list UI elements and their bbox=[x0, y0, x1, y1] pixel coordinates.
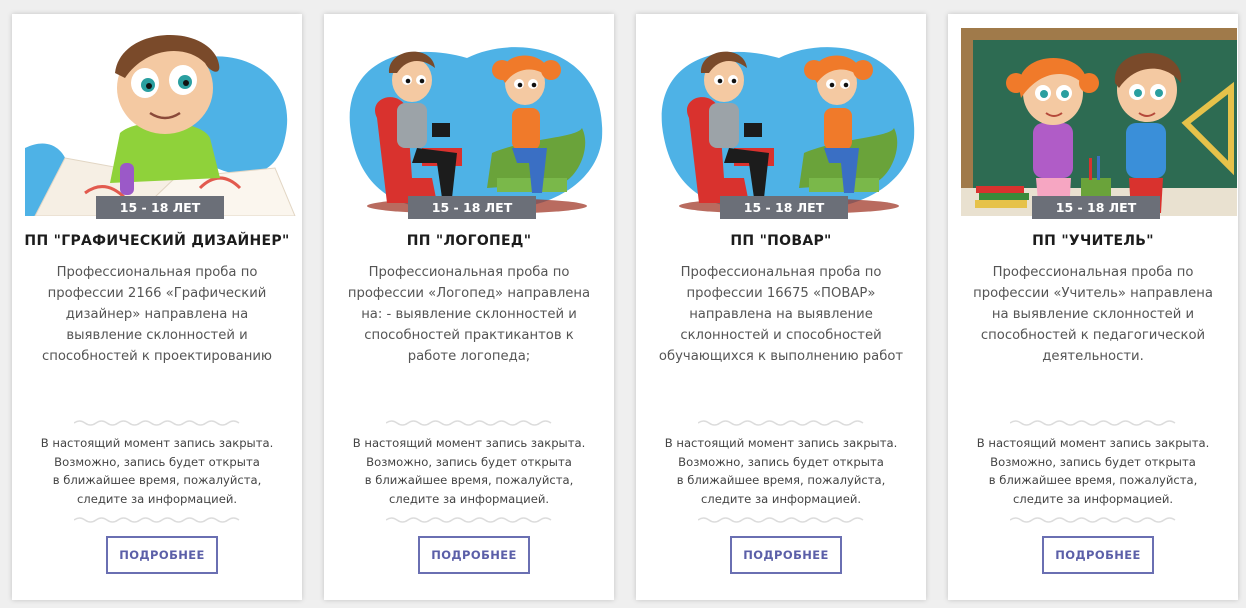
notice-line: в ближайшее время, пожалуйста, bbox=[52, 473, 262, 487]
wave-divider bbox=[386, 420, 552, 426]
classroom-kids-illustration bbox=[961, 28, 1237, 216]
notice-line: Возможно, запись будет открыта bbox=[678, 454, 884, 469]
description-line: склонностей и способностей bbox=[680, 328, 882, 343]
notice-line: Возможно, запись будет открыта bbox=[54, 454, 260, 469]
registration-closed-notice: В настоящий момент запись закрыта. Возмо… bbox=[12, 434, 302, 508]
card-description: Профессиональная проба по профессии «Учи… bbox=[954, 262, 1232, 367]
notice-line: В настоящий момент запись закрыта. bbox=[352, 436, 586, 450]
notice-line: следите за информацией. bbox=[1012, 491, 1174, 506]
description-line: профессии «Учитель» направлена bbox=[973, 286, 1213, 301]
description-line: профессии 2166 «Графический bbox=[47, 286, 267, 301]
card-description: Профессиональная проба по профессии 1667… bbox=[642, 262, 920, 367]
wave-divider bbox=[1010, 420, 1176, 426]
wave-divider bbox=[386, 517, 552, 523]
description-line: выявление склонностей и bbox=[66, 328, 248, 343]
description-line: профессии «Логопед» направлена bbox=[347, 286, 591, 301]
notice-line: в ближайшее время, пожалуйста, bbox=[676, 473, 886, 487]
notice-line: следите за информацией. bbox=[388, 491, 550, 506]
notice-line: Возможно, запись будет открыта bbox=[366, 454, 572, 469]
description-line: способностей к проектированию bbox=[41, 349, 273, 364]
wave-divider bbox=[698, 517, 864, 523]
description-line: Профессиональная проба по bbox=[992, 265, 1194, 280]
description-line: обучающихся к выполнению работ bbox=[658, 349, 904, 364]
card-title: ПП "ГРАФИЧЕСКИЙ ДИЗАЙНЕР" bbox=[24, 233, 290, 249]
notice-line: В настоящий момент запись закрыта. bbox=[664, 436, 898, 450]
description-line: направлена на выявление bbox=[689, 307, 873, 322]
age-badge: 15 - 18 ЛЕТ bbox=[408, 196, 536, 219]
speech-therapist-session-illustration bbox=[649, 28, 925, 216]
registration-closed-notice: В настоящий момент запись закрыта. Возмо… bbox=[324, 434, 614, 508]
wave-divider bbox=[698, 420, 864, 426]
description-line: профессии 16675 «ПОВАР» bbox=[686, 286, 876, 301]
description-line: работе логопеда; bbox=[407, 349, 531, 364]
cook-image bbox=[649, 28, 925, 216]
description-line: Профессиональная проба по bbox=[368, 265, 570, 280]
program-card-speech-therapist: 15 - 18 ЛЕТ ПП "ЛОГОПЕД" Профессиональна… bbox=[324, 14, 614, 600]
card-title: ПП "УЧИТЕЛЬ" bbox=[1032, 233, 1154, 249]
speech-therapist-session-illustration bbox=[337, 28, 613, 216]
wave-divider bbox=[74, 517, 240, 523]
more-details-button[interactable]: ПОДРОБНЕЕ bbox=[418, 536, 530, 574]
wave-divider bbox=[74, 420, 240, 426]
notice-line: следите за информацией. bbox=[700, 491, 862, 506]
description-line: способностей к педагогической bbox=[980, 328, 1206, 343]
description-line: на выявление склонностей и bbox=[991, 307, 1195, 322]
more-details-button[interactable]: ПОДРОБНЕЕ bbox=[1042, 536, 1154, 574]
description-line: Профессиональная проба по bbox=[680, 265, 882, 280]
registration-closed-notice: В настоящий момент запись закрыта. Возмо… bbox=[636, 434, 926, 508]
more-details-button[interactable]: ПОДРОБНЕЕ bbox=[730, 536, 842, 574]
notice-line: Возможно, запись будет открыта bbox=[990, 454, 1196, 469]
description-line: на: - выявление склонностей и bbox=[361, 307, 577, 322]
notice-line: в ближайшее время, пожалуйста, bbox=[364, 473, 574, 487]
program-cards-row: 15 - 18 ЛЕТ ПП "ГРАФИЧЕСКИЙ ДИЗАЙНЕР" Пр… bbox=[12, 14, 1244, 602]
notice-line: следите за информацией. bbox=[76, 491, 238, 506]
program-card-teacher: 15 - 18 ЛЕТ ПП "УЧИТЕЛЬ" Профессиональна… bbox=[948, 14, 1238, 600]
description-line: дизайнер» направлена на bbox=[65, 307, 249, 322]
age-badge: 15 - 18 ЛЕТ bbox=[1032, 196, 1160, 219]
boy-drawing-illustration bbox=[25, 28, 301, 216]
program-card-cook: 15 - 18 ЛЕТ ПП "ПОВАР" Профессиональная … bbox=[636, 14, 926, 600]
description-line: способностей практикантов к bbox=[364, 328, 574, 343]
card-description: Профессиональная проба по профессии 2166… bbox=[18, 262, 296, 367]
registration-closed-notice: В настоящий момент запись закрыта. Возмо… bbox=[948, 434, 1238, 508]
program-card-graphic-designer: 15 - 18 ЛЕТ ПП "ГРАФИЧЕСКИЙ ДИЗАЙНЕР" Пр… bbox=[12, 14, 302, 600]
more-details-button[interactable]: ПОДРОБНЕЕ bbox=[106, 536, 218, 574]
age-badge: 15 - 18 ЛЕТ bbox=[96, 196, 224, 219]
speech-therapist-image bbox=[337, 28, 613, 216]
teacher-image bbox=[961, 28, 1237, 216]
notice-line: В настоящий момент запись закрыта. bbox=[976, 436, 1210, 450]
age-badge: 15 - 18 ЛЕТ bbox=[720, 196, 848, 219]
notice-line: В настоящий момент запись закрыта. bbox=[40, 436, 274, 450]
description-line: Профессиональная проба по bbox=[56, 265, 258, 280]
notice-line: в ближайшее время, пожалуйста, bbox=[988, 473, 1198, 487]
card-title: ПП "ЛОГОПЕД" bbox=[406, 233, 532, 249]
description-line: деятельности. bbox=[1042, 349, 1144, 364]
wave-divider bbox=[1010, 517, 1176, 523]
card-title: ПП "ПОВАР" bbox=[730, 233, 832, 249]
card-description: Профессиональная проба по профессии «Лог… bbox=[330, 262, 608, 367]
boy-drawing-image bbox=[25, 28, 301, 216]
